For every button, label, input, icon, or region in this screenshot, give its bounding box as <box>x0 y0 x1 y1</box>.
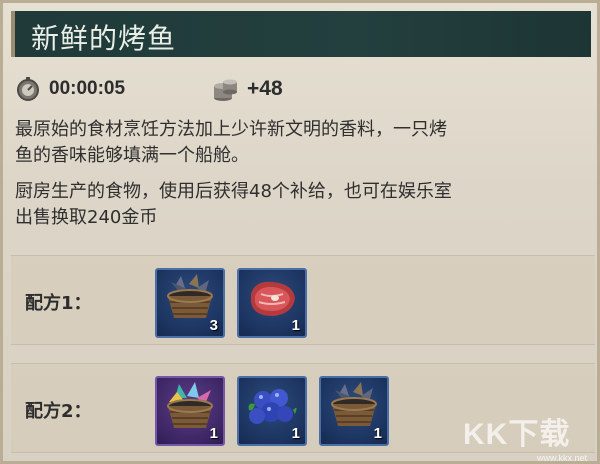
ingredient-qty: 1 <box>291 425 300 442</box>
ingredient-qty: 1 <box>291 317 300 334</box>
ingredient-slot[interactable]: 1 <box>319 376 389 446</box>
cook-time-stat: 00:00:05 <box>15 75 125 103</box>
ingredient-qty: 1 <box>373 425 382 442</box>
item-detail-panel: 新鲜的烤鱼 00:00:05 +48 最原始的食材烹饪方法加上少许新文明的香料，… <box>0 0 600 464</box>
watermark: KK下载 www.kkx.net <box>463 409 591 463</box>
supply-value: +48 <box>247 77 283 100</box>
watermark-logo: KK下载 <box>463 418 571 451</box>
usage-line: 出售换取240金币 <box>15 207 158 228</box>
item-stats: 00:00:05 +48 <box>15 75 575 103</box>
ingredient-slot[interactable]: 1 <box>237 268 307 338</box>
item-description: 最原始的食材烹饪方法加上少许新文明的香料，一只烤 鱼的香味能够填满一个船舱。 <box>15 117 587 169</box>
description-line: 最原始的食材烹饪方法加上少许新文明的香料，一只烤 <box>15 119 447 140</box>
cook-time-value: 00:00:05 <box>49 78 126 99</box>
ingredient-slot[interactable]: 1 <box>237 376 307 446</box>
description-line: 鱼的香味能够填满一个船舱。 <box>15 145 249 166</box>
watermark-url: www.kkx.net <box>536 453 587 463</box>
item-usage: 厨房生产的食物，使用后获得48个补给，也可在娱乐室 出售换取240金币 <box>15 179 587 231</box>
ingredient-slot[interactable]: 1 <box>155 376 225 446</box>
item-title: 新鲜的烤鱼 <box>31 22 177 55</box>
stopwatch-icon <box>17 77 39 101</box>
recipe-label: 配方1： <box>25 293 92 314</box>
title-bar: 新鲜的烤鱼 <box>11 11 591 57</box>
coin-stack-icon <box>214 79 237 101</box>
usage-line: 厨房生产的食物，使用后获得48个补给，也可在娱乐室 <box>15 181 452 202</box>
ingredient-slot[interactable]: 3 <box>155 268 225 338</box>
ingredient-qty: 1 <box>209 425 218 442</box>
recipe-row-1: 配方1： 3 1 <box>11 255 595 345</box>
ingredient-qty: 3 <box>209 317 218 334</box>
supply-stat: +48 <box>213 75 283 103</box>
recipe-label: 配方2： <box>25 401 92 422</box>
